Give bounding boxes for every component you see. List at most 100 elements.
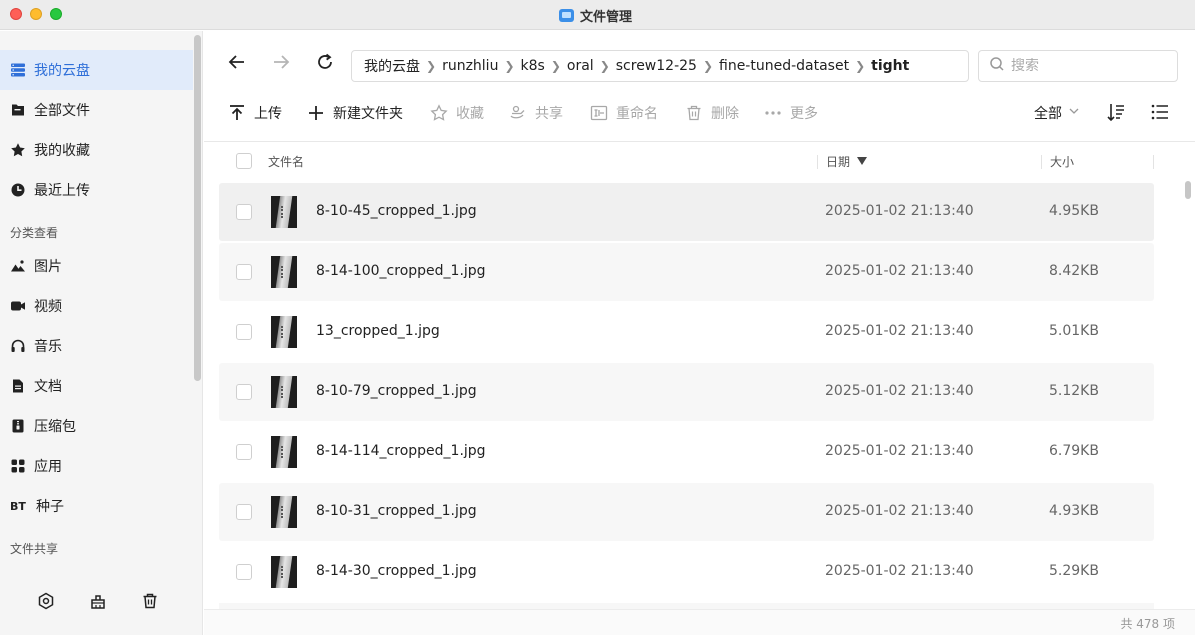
close-window-button[interactable] xyxy=(10,8,22,20)
column-name-label: 文件名 xyxy=(268,155,305,169)
rename-icon xyxy=(590,104,608,122)
bt-icon: BT xyxy=(10,499,26,513)
select-all-checkbox[interactable] xyxy=(236,153,252,169)
filter-dropdown[interactable]: 全部 xyxy=(1034,103,1080,123)
file-size: 5.12KB xyxy=(1049,383,1099,399)
back-button[interactable] xyxy=(225,52,249,76)
title-bar: 文件管理 xyxy=(0,0,1195,30)
file-thumbnail xyxy=(271,316,297,348)
sidebar-item-archives[interactable]: 压缩包 xyxy=(0,406,193,446)
file-date: 2025-01-02 21:13:40 xyxy=(825,443,974,459)
trash-button[interactable] xyxy=(136,589,164,617)
delete-button[interactable]: 删除 xyxy=(685,101,739,125)
main-scrollbar[interactable] xyxy=(1185,181,1191,199)
refresh-icon xyxy=(315,52,335,76)
breadcrumb-item[interactable]: screw12-25 xyxy=(616,58,697,74)
rename-button[interactable]: 重命名 xyxy=(590,101,658,125)
sidebar-item-music[interactable]: 音乐 xyxy=(0,326,193,366)
more-button[interactable]: 更多 xyxy=(764,101,818,125)
row-checkbox[interactable] xyxy=(236,504,252,520)
table-row[interactable]: 8-14-30_cropped_1.jpg 2025-01-02 21:13:4… xyxy=(219,543,1154,601)
sidebar-scrollbar[interactable] xyxy=(194,35,201,381)
list-view-button[interactable] xyxy=(1149,103,1171,125)
sidebar-item-recent-uploads[interactable]: 最近上传 xyxy=(0,170,193,210)
select-all-checkbox-wrap[interactable] xyxy=(236,153,252,169)
row-checkbox[interactable] xyxy=(236,204,252,220)
settings-button[interactable] xyxy=(32,589,60,617)
file-date: 2025-01-02 21:13:40 xyxy=(825,383,974,399)
window-title: 文件管理 xyxy=(559,6,633,25)
maximize-window-button[interactable] xyxy=(50,8,62,20)
search-input[interactable] xyxy=(1011,58,1171,74)
plus-icon xyxy=(307,104,325,122)
row-checkbox[interactable] xyxy=(236,564,252,580)
table-row[interactable]: 8-10-45_cropped_1.jpg 2025-01-02 21:13:4… xyxy=(219,183,1154,241)
new-folder-label: 新建文件夹 xyxy=(333,106,403,122)
arrow-right-icon xyxy=(271,52,291,76)
table-row[interactable]: 8-14-100_cropped_1.jpg 2025-01-02 21:13:… xyxy=(219,243,1154,301)
table-row[interactable]: 8-14-114_cropped_1.jpg 2025-01-02 21:13:… xyxy=(219,423,1154,481)
breadcrumb-item[interactable]: 我的云盘 xyxy=(364,56,420,76)
sidebar-item-label: 最近上传 xyxy=(34,183,90,199)
breadcrumb-item[interactable]: fine-tuned-dataset xyxy=(719,58,849,74)
upload-label: 上传 xyxy=(254,106,282,122)
more-dots-icon xyxy=(764,104,782,122)
window-title-text: 文件管理 xyxy=(580,9,633,25)
file-date: 2025-01-02 21:13:40 xyxy=(825,503,974,519)
sidebar-item-all-files[interactable]: 全部文件 xyxy=(0,90,193,130)
file-date: 2025-01-02 21:13:40 xyxy=(825,323,974,339)
column-divider[interactable] xyxy=(1153,155,1154,169)
row-checkbox[interactable] xyxy=(236,264,252,280)
upload-button[interactable]: 上传 xyxy=(228,101,282,125)
sort-button[interactable] xyxy=(1105,103,1127,125)
sidebar-item-label: 视频 xyxy=(34,299,62,315)
sidebar-item-label: 种子 xyxy=(36,499,64,515)
sidebar-item-videos[interactable]: 视频 xyxy=(0,286,193,326)
column-divider[interactable] xyxy=(817,155,818,169)
table-row[interactable]: 13_cropped_1.jpg 2025-01-02 21:13:40 5.0… xyxy=(219,303,1154,361)
row-checkbox[interactable] xyxy=(236,384,252,400)
star-outline-icon xyxy=(430,104,448,122)
apps-icon xyxy=(10,458,26,474)
breadcrumb-current: tight xyxy=(871,58,910,74)
column-header-date[interactable]: 日期 xyxy=(826,153,868,170)
row-checkbox[interactable] xyxy=(236,324,252,340)
search-box[interactable] xyxy=(978,50,1178,82)
arrow-left-icon xyxy=(227,52,247,76)
sidebar-item-apps[interactable]: 应用 xyxy=(0,446,193,486)
column-header-name[interactable]: 文件名 xyxy=(268,153,304,170)
document-icon xyxy=(10,378,26,394)
share-button[interactable]: 共享 xyxy=(509,101,563,125)
sidebar-item-my-cloud[interactable]: 我的云盘 xyxy=(0,50,193,90)
sidebar: 我的云盘 全部文件 我的收藏 最近上传 分类查看 图片 视频 音乐 文档 压缩包… xyxy=(0,31,203,635)
chevron-right-icon: ❯ xyxy=(855,59,866,73)
sidebar-item-label: 文档 xyxy=(34,379,62,395)
sidebar-item-label: 全部文件 xyxy=(34,103,90,119)
file-thumbnail xyxy=(271,436,297,468)
column-divider[interactable] xyxy=(1041,155,1042,169)
sidebar-item-torrents[interactable]: BT 种子 xyxy=(0,486,193,526)
breadcrumb-item[interactable]: k8s xyxy=(521,58,545,74)
table-row[interactable]: 8-10-31_cropped_1.jpg 2025-01-02 21:13:4… xyxy=(219,483,1154,541)
cleanup-button[interactable] xyxy=(84,589,112,617)
table-row[interactable]: 8-10-79_cropped_1.jpg 2025-01-02 21:13:4… xyxy=(219,363,1154,421)
new-folder-button[interactable]: 新建文件夹 xyxy=(307,101,403,125)
file-date: 2025-01-02 21:13:40 xyxy=(825,203,974,219)
minimize-window-button[interactable] xyxy=(30,8,42,20)
forward-button[interactable] xyxy=(269,52,293,76)
settings-icon xyxy=(37,592,55,614)
row-checkbox[interactable] xyxy=(236,444,252,460)
column-header-size[interactable]: 大小 xyxy=(1050,153,1074,170)
sidebar-item-documents[interactable]: 文档 xyxy=(0,366,193,406)
refresh-button[interactable] xyxy=(313,52,337,76)
sidebar-item-images[interactable]: 图片 xyxy=(0,246,193,286)
breadcrumb-item[interactable]: runzhliu xyxy=(442,58,498,74)
file-size: 6.79KB xyxy=(1049,443,1099,459)
star-icon xyxy=(10,142,26,158)
file-name: 8-14-114_cropped_1.jpg xyxy=(316,443,486,459)
favorite-button[interactable]: 收藏 xyxy=(430,101,484,125)
file-date: 2025-01-02 21:13:40 xyxy=(825,263,974,279)
sidebar-item-favorites[interactable]: 我的收藏 xyxy=(0,130,193,170)
breadcrumb-item[interactable]: oral xyxy=(567,58,594,74)
column-date-label: 日期 xyxy=(826,155,851,169)
